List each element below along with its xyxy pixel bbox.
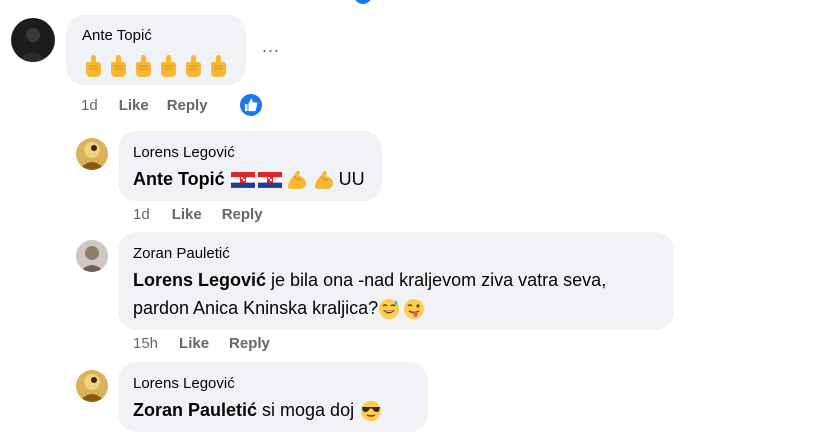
- mention-link[interactable]: Ante Topić: [133, 169, 225, 189]
- comment-actions: 1d Like Reply: [133, 206, 263, 223]
- winking-tongue-icon: [403, 298, 425, 320]
- raised-finger-icon: [182, 54, 204, 78]
- more-options-button[interactable]: ...: [262, 36, 280, 57]
- comment-timestamp[interactable]: 1d: [133, 206, 150, 223]
- comment-text: Lorens Legović je bila ona -nad kraljevo…: [133, 266, 606, 294]
- comment-actions: 15h Like Reply: [133, 335, 270, 352]
- reply-button[interactable]: Reply: [229, 335, 270, 352]
- raised-finger-icon: [207, 54, 229, 78]
- comment-timestamp[interactable]: 1d: [81, 97, 98, 114]
- comment-actions: 1d Like Reply: [81, 97, 208, 114]
- grinning-sweat-icon: [378, 298, 400, 320]
- like-button[interactable]: Like: [119, 97, 149, 114]
- avatar[interactable]: [76, 370, 108, 402]
- comment-text-fragment: si moga doj: [257, 400, 355, 420]
- comment-text-fragment: je bila ona -nad kraljevom ziva vatra se…: [266, 270, 607, 290]
- comment-author[interactable]: Lorens Legović: [133, 375, 235, 392]
- raised-finger-icon: [107, 54, 129, 78]
- croatia-flag-icon: [230, 171, 255, 189]
- like-button[interactable]: Like: [172, 206, 202, 223]
- comment-bubble: Lorens Legović Ante Topić UU: [118, 131, 382, 201]
- comment-text: Zoran Pauletić si moga doj: [133, 396, 385, 424]
- comment-author[interactable]: Ante Topić: [82, 27, 152, 44]
- comment-text: Ante Topić UU: [133, 165, 365, 193]
- avatar[interactable]: [11, 18, 55, 62]
- avatar[interactable]: [76, 240, 108, 272]
- raised-finger-icon: [82, 54, 104, 78]
- comment-author[interactable]: Zoran Pauletić: [133, 245, 230, 262]
- comment-text-fragment: pardon Anica Kninska kraljica?: [133, 298, 379, 318]
- reply-button[interactable]: Reply: [167, 97, 208, 114]
- reply-button[interactable]: Reply: [222, 206, 263, 223]
- croatia-flag-icon: [257, 171, 282, 189]
- like-reaction-icon[interactable]: [240, 94, 262, 116]
- comment-text-fragment: UU: [338, 169, 365, 189]
- mention-link[interactable]: Zoran Pauletić: [133, 400, 257, 420]
- raised-finger-icon: [132, 54, 154, 78]
- mention-link[interactable]: Lorens Legović: [133, 270, 266, 290]
- raised-finger-icon: [157, 54, 179, 78]
- avatar[interactable]: [76, 138, 108, 170]
- comment-timestamp[interactable]: 15h: [133, 335, 158, 352]
- comment-text: [82, 51, 232, 79]
- sunglasses-face-icon: [360, 400, 382, 422]
- previous-content-stub: [0, 0, 830, 4]
- blue-badge-fragment: [354, 0, 372, 4]
- flexed-biceps-icon: [312, 168, 336, 192]
- comment-text: pardon Anica Kninska kraljica?: [133, 294, 428, 322]
- comment-bubble: Lorens Legović Zoran Pauletić si moga do…: [118, 362, 428, 432]
- comment-bubble: Ante Topić: [66, 15, 246, 85]
- like-button[interactable]: Like: [179, 335, 209, 352]
- flexed-biceps-icon: [285, 168, 309, 192]
- comment-bubble: Zoran Pauletić Lorens Legović je bila on…: [118, 232, 674, 330]
- comment-author[interactable]: Lorens Legović: [133, 144, 235, 161]
